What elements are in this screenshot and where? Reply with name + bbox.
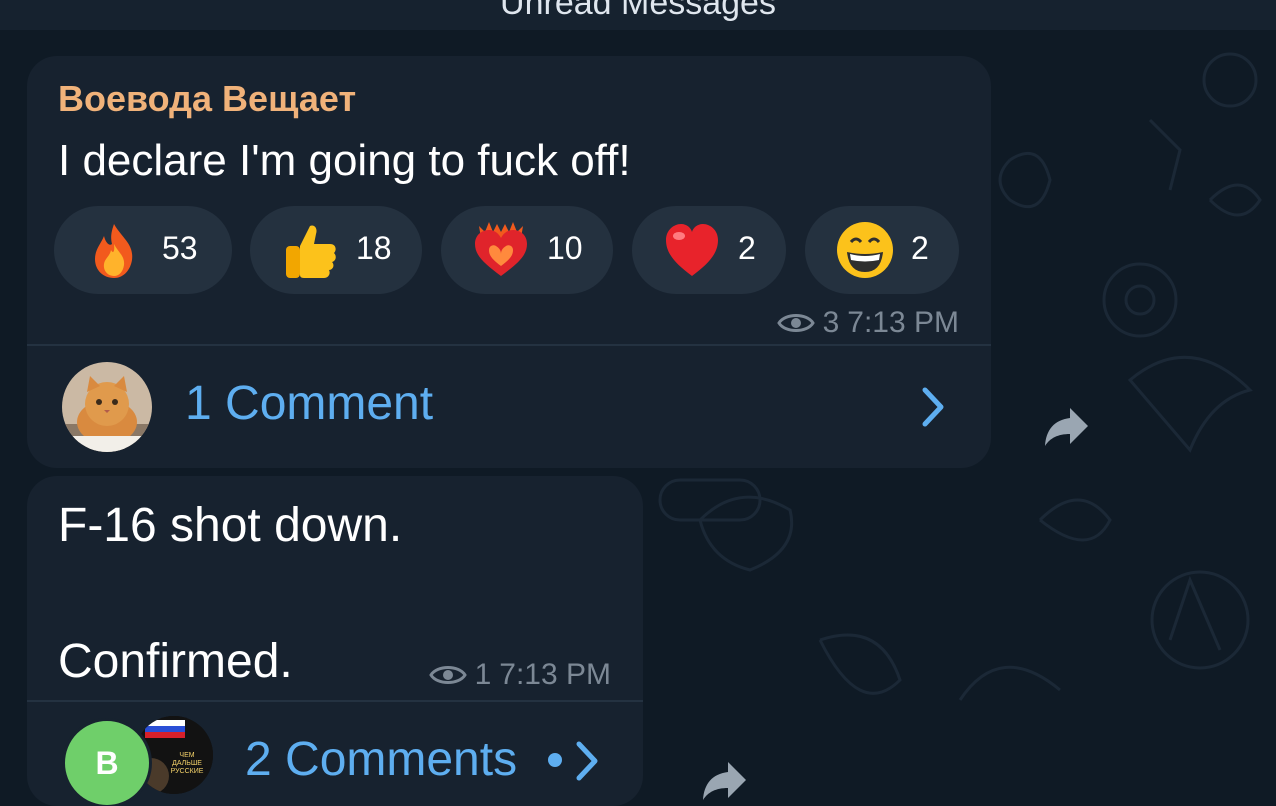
heart-on-fire-emoji-icon — [475, 222, 527, 276]
view-count: 1 — [474, 658, 492, 691]
commenter-avatar-letter[interactable]: B — [62, 718, 152, 806]
reaction-count: 2 — [911, 230, 929, 266]
sender-name[interactable]: Воевода Вещает — [58, 78, 356, 120]
message-bubble[interactable]: F-16 shot down. Confirmed. 1 7:13 PM ЧЕМ… — [27, 476, 643, 806]
red-heart-emoji-icon — [666, 224, 718, 276]
comments-row[interactable]: 1 Comment — [27, 346, 991, 466]
fire-emoji-icon — [95, 224, 133, 278]
reaction-count: 18 — [356, 230, 392, 266]
grinning-face-emoji-icon — [837, 222, 893, 278]
views-eye-icon — [428, 666, 467, 684]
reaction-grinning-face[interactable]: 2 — [805, 206, 959, 294]
thumbs-up-emoji-icon — [286, 225, 336, 278]
message-time: 7:13 PM — [499, 658, 611, 691]
reaction-count: 10 — [547, 230, 583, 266]
share-arrow-icon[interactable] — [700, 758, 750, 802]
unread-dot-icon — [548, 753, 562, 767]
comments-link[interactable]: 2 Comments — [245, 732, 517, 787]
comments-row[interactable]: ЧЕМ ДАЛЬШЕ РУССКИЕ B 2 Comments — [27, 702, 643, 806]
message-text-line: F-16 shot down. — [58, 499, 403, 552]
header-title: Unread Messages — [500, 0, 776, 22]
reaction-red-heart[interactable]: 2 — [632, 206, 786, 294]
reaction-thumbs-up[interactable]: 18 — [250, 206, 422, 294]
views-eye-icon — [776, 314, 815, 332]
reaction-count: 2 — [738, 230, 756, 266]
avatar-image-text: ЧЕМ ДАЛЬШЕ РУССКИЕ — [170, 752, 204, 775]
message-text-line: Confirmed. — [58, 635, 293, 688]
avatar-initial: B — [95, 745, 119, 781]
message-text: I declare I'm going to fuck off! — [58, 136, 631, 185]
chevron-right-icon[interactable] — [919, 386, 947, 428]
commenter-avatar[interactable] — [62, 362, 152, 452]
share-arrow-icon[interactable] — [1042, 404, 1092, 448]
reaction-heart-on-fire[interactable]: 10 — [441, 206, 613, 294]
reaction-fire[interactable]: 53 — [54, 206, 232, 294]
cat-avatar-icon — [62, 362, 152, 452]
message-meta: 3 7:13 PM — [776, 306, 959, 340]
unread-messages-header: Unread Messages — [0, 0, 1276, 30]
message-bubble[interactable]: Воевода Вещает I declare I'm going to fu… — [27, 56, 991, 468]
reaction-count: 53 — [162, 230, 198, 266]
message-meta: 1 7:13 PM — [428, 658, 611, 692]
view-count: 3 — [822, 306, 840, 339]
message-time: 7:13 PM — [847, 306, 959, 339]
comments-link[interactable]: 1 Comment — [185, 376, 433, 431]
